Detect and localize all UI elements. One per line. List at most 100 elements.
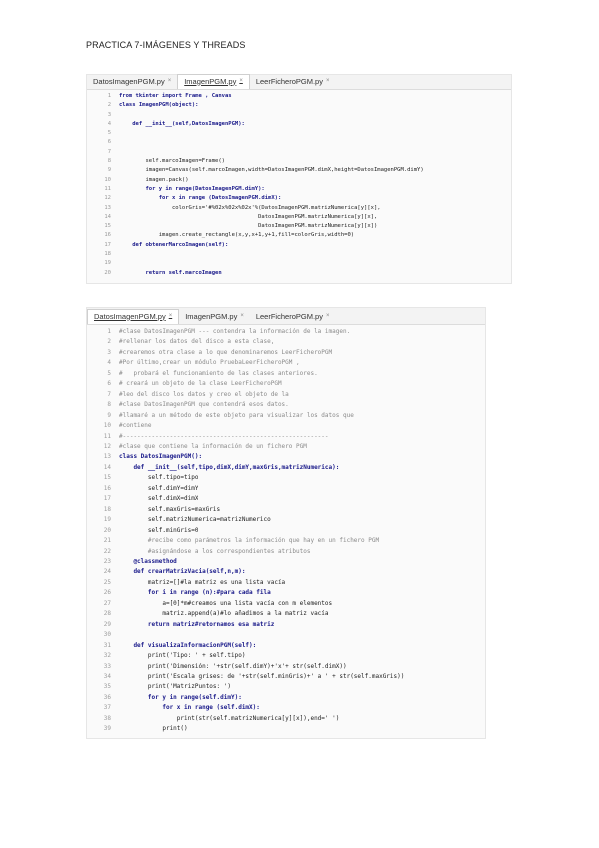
- code-line: 15 self.tipo=tipo: [87, 473, 485, 483]
- line-number: 39: [103, 725, 111, 733]
- code-text: colorGris='#%02x%02x%02x'%(DatosImagenPG…: [119, 204, 381, 211]
- line-number: 24: [103, 568, 111, 576]
- line-number: 1: [107, 328, 111, 335]
- code-text: print('Escala grises: de '+str(self.minG…: [119, 672, 405, 680]
- code-text: #Por último,crear un módulo PruebaLeerFi…: [119, 359, 300, 367]
- line-number: 17: [104, 241, 111, 248]
- code-line: 9 imagen=Canvas(self.marcoImagen,width=D…: [87, 166, 511, 175]
- code-text: def visualizaInformacionPGM(self):: [119, 641, 257, 649]
- code-text: #clase que contiene la información de un…: [119, 442, 307, 450]
- line-number: 14: [104, 213, 111, 220]
- line-number: 10: [104, 176, 111, 183]
- code-line: 14 def __init__(self,tipo,dimX,dimY,maxG…: [87, 463, 485, 473]
- close-tab-icon[interactable]: ×: [240, 313, 244, 319]
- code-line: 20 return self.marcoImagen: [87, 269, 511, 278]
- line-number: 26: [103, 589, 111, 597]
- page-title: PRACTICA 7-IMÁGENES Y THREADS: [86, 40, 246, 50]
- code-line: 17 def obtenerMarcoImagen(self):: [87, 241, 511, 250]
- code-text: for y in range(self.dimY):: [119, 693, 242, 701]
- code-text: print('MatrizPuntos: '): [119, 683, 231, 691]
- line-number: 3: [107, 348, 111, 356]
- code-text: class DatosImagenPGM():: [119, 453, 203, 461]
- code-line: 9 #llamaré a un método de este objeto par…: [87, 411, 485, 421]
- line-number: 8: [107, 158, 111, 165]
- code-text: for y in range(DatosImagenPGM.dimY):: [119, 185, 265, 192]
- line-number: 6: [107, 139, 111, 146]
- code-line: 11 for y in range(DatosImagenPGM.dimY):: [87, 185, 511, 194]
- tab-label: ImagenPGM.py: [185, 311, 238, 321]
- line-number: 38: [103, 714, 111, 722]
- code-text: def crearMatrizVacia(self,n,m):: [119, 568, 246, 576]
- line-number: 23: [103, 557, 111, 565]
- line-number: 14: [103, 463, 111, 471]
- code-line: 28 matriz.append(a)#lo añadimos a la mat…: [87, 609, 485, 619]
- line-number: 3: [107, 111, 111, 118]
- code-line: 36 for y in range(self.dimY):: [87, 693, 485, 703]
- code-line: 2 #rellenar los datos del disco a esta cl…: [87, 337, 485, 347]
- line-number: 19: [104, 260, 111, 267]
- code-text: self.tipo=tipo: [119, 474, 199, 482]
- code-text: class ImagenPGM(object):: [119, 102, 199, 109]
- code-line: 12 #clase que contiene la información de …: [87, 442, 485, 452]
- tab-datosimagenpgm[interactable]: DatosImagenPGM.py ×: [87, 309, 180, 324]
- line-number: 10: [103, 422, 111, 430]
- line-number: 19: [103, 516, 111, 524]
- code-line: 6: [87, 138, 511, 147]
- line-number: 9: [107, 411, 111, 419]
- code-area[interactable]: 1 #clase DatosImagenPGM --- contendra la …: [87, 325, 485, 735]
- tab-leerficheropgm[interactable]: LeerFicheroPGM.py ×: [250, 310, 336, 324]
- code-text: #clase DatosImagenPGM --- contendra la i…: [119, 328, 351, 335]
- code-line: 35 print('MatrizPuntos: '): [87, 682, 485, 692]
- code-text: #leo del disco los datos y creo el objet…: [119, 390, 289, 398]
- line-number: 25: [103, 578, 111, 586]
- code-text: print(): [119, 725, 188, 733]
- code-area[interactable]: 1 from tkinter import Frame , Canvas 2 clas…: [87, 90, 511, 278]
- code-line: 1 from tkinter import Frame , Canvas: [87, 92, 511, 101]
- close-tab-icon[interactable]: ×: [168, 78, 172, 84]
- code-editor-imagenpgm[interactable]: DatosImagenPGM.py × ImagenPGM.py × LeerFiche…: [86, 74, 512, 284]
- close-tab-icon[interactable]: ×: [326, 78, 330, 84]
- code-line: 19: [87, 259, 511, 268]
- code-text: return self.marcoImagen: [119, 269, 222, 276]
- editor-tab-bar: DatosImagenPGM.py × ImagenPGM.py × LeerFiche…: [87, 74, 511, 90]
- code-editor-datosimagenpgm[interactable]: DatosImagenPGM.py × ImagenPGM.py × LeerFiche…: [86, 307, 486, 739]
- code-text: def __init__(self,DatosImagenPGM):: [119, 120, 245, 127]
- line-number: 1: [107, 93, 111, 99]
- code-text: return matriz#retornamos esa matriz: [119, 620, 275, 628]
- code-text: self.minGris=0: [119, 526, 199, 534]
- code-line: 13 colorGris='#%02x%02x%02x'%(DatosImage…: [87, 204, 511, 213]
- code-line: 30: [87, 630, 485, 640]
- editor-tab-bar: DatosImagenPGM.py × ImagenPGM.py × LeerFiche…: [87, 308, 485, 325]
- code-text: #clase DatosImagenPGM que contendrá esos…: [119, 401, 289, 409]
- code-text: #asignándose a los correspondientes atri…: [119, 547, 311, 555]
- code-text: # probará el funcionamiento de las clase…: [119, 369, 318, 377]
- line-number: 27: [103, 599, 111, 607]
- line-number: 18: [103, 505, 111, 513]
- line-number: 2: [107, 338, 111, 346]
- code-line: 10 imagen.pack(): [87, 176, 511, 185]
- close-tab-icon[interactable]: ×: [239, 78, 243, 84]
- code-line: 18: [87, 250, 511, 259]
- code-text: def __init__(self,tipo,dimX,dimY,maxGris…: [119, 463, 340, 471]
- tab-datosimagenpgm[interactable]: DatosImagenPGM.py ×: [87, 75, 177, 89]
- code-text: print('Tipo: ' + self.tipo): [119, 652, 246, 660]
- code-text: for x in range (DatosImagenPGM.dimX):: [119, 195, 282, 202]
- line-number: 2: [107, 102, 111, 109]
- close-tab-icon[interactable]: ×: [169, 313, 173, 319]
- close-tab-icon[interactable]: ×: [326, 313, 330, 319]
- tab-imagenpgm[interactable]: ImagenPGM.py ×: [177, 74, 250, 89]
- line-number: 12: [103, 442, 111, 450]
- line-number: 13: [104, 204, 111, 211]
- code-line: 22 #asignándose a los correspondientes a…: [87, 547, 485, 557]
- line-number: 12: [104, 195, 111, 202]
- line-number: 37: [103, 704, 111, 712]
- line-number: 16: [104, 232, 111, 239]
- code-text: #recibe como parámetros la información q…: [119, 537, 380, 545]
- tab-leerficheropgm[interactable]: LeerFicheroPGM.py ×: [250, 75, 336, 89]
- code-line: 7: [87, 148, 511, 157]
- code-text: @classmethod: [119, 557, 177, 565]
- code-line: 27 a=[0]*m#creamos una lista vacía con m…: [87, 599, 485, 609]
- tab-imagenpgm[interactable]: ImagenPGM.py ×: [179, 310, 250, 324]
- code-line: 3: [87, 111, 511, 120]
- code-text: for x in range (self.dimX):: [119, 704, 260, 712]
